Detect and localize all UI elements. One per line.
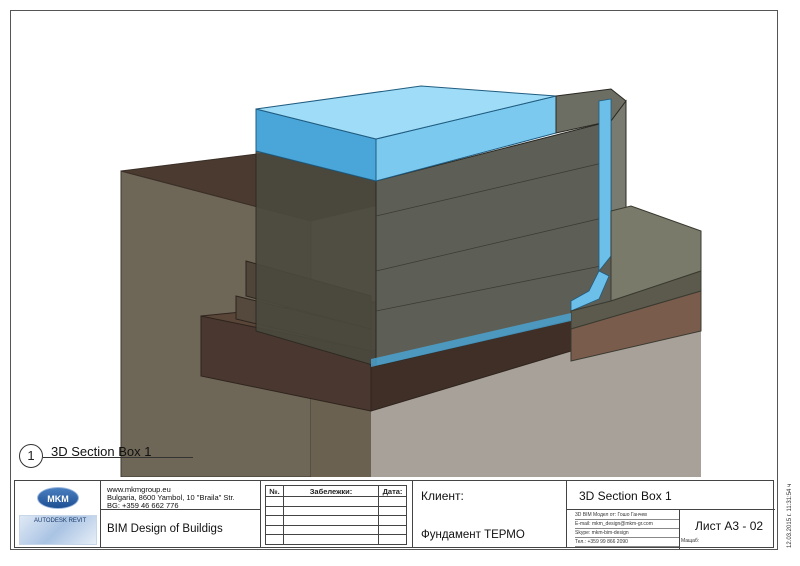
company-brand: BIM Design of Buildigs — [107, 523, 223, 535]
author-line: 3D BIM Модел от: Гошо Ганчев — [575, 511, 679, 520]
scale-label: Мащаб: — [681, 538, 700, 544]
foundation-section-model — [120, 85, 702, 477]
client-label: Клиент: — [421, 489, 464, 503]
wall-left-face — [255, 150, 377, 367]
insulation-vertical — [598, 98, 612, 273]
logo-area: MKM AUTODESK REVIT — [15, 481, 101, 547]
revision-table: №. Забележки: Дата: — [265, 485, 407, 545]
sheet-info: 3D Section Box 1 3D BIM Модел от: Гошо Г… — [567, 481, 775, 549]
sheet-vertical-divider — [679, 509, 680, 549]
3d-model-viewport[interactable] — [11, 11, 777, 477]
view-name: 3D Section Box 1 — [51, 444, 152, 459]
revit-logo-text: AUTODESK REVIT — [34, 518, 87, 524]
skype-line: Skype: mkm-bim-design — [575, 529, 679, 538]
revision-row[interactable] — [265, 496, 407, 507]
view-title: 1 3D Section Box 1 — [19, 444, 193, 470]
print-timestamp: 12.03.2015 г. 11:31:54 ч — [787, 483, 793, 548]
mkm-logo: MKM — [37, 487, 79, 509]
revision-col-number: №. — [265, 485, 284, 497]
revision-row[interactable] — [265, 515, 407, 526]
revision-row[interactable] — [265, 524, 407, 535]
phone-line: Тел.: +359 99 866 2090 — [575, 538, 679, 547]
autodesk-revit-logo: AUTODESK REVIT — [19, 515, 97, 545]
company-divider — [101, 509, 260, 510]
sheet-number: Лист А3 - 02 — [695, 519, 764, 533]
client-info: Клиент: Фундамент ТЕРМО — [413, 481, 567, 547]
revision-header-row: №. Забележки: Дата: — [265, 485, 407, 497]
title-block: MKM AUTODESK REVIT www.mkmgroup.eu Bulga… — [14, 480, 775, 549]
revision-col-notes: Забележки: — [283, 485, 379, 497]
company-info: www.mkmgroup.eu Bulgaria, 8600 Yambol, 1… — [101, 481, 261, 547]
project-name: Фундамент ТЕРМО — [421, 529, 525, 541]
email-line[interactable]: E-mail: mkm_design@mkm-gr.com — [575, 520, 679, 529]
sheet-divider — [567, 509, 775, 510]
revision-row[interactable] — [265, 534, 407, 545]
revision-row[interactable] — [265, 505, 407, 516]
revision-col-date: Дата: — [378, 485, 407, 497]
revision-notes: №. Забележки: Дата: — [261, 481, 413, 547]
sheet-title: 3D Section Box 1 — [579, 489, 672, 503]
view-number-bubble: 1 — [19, 444, 43, 468]
